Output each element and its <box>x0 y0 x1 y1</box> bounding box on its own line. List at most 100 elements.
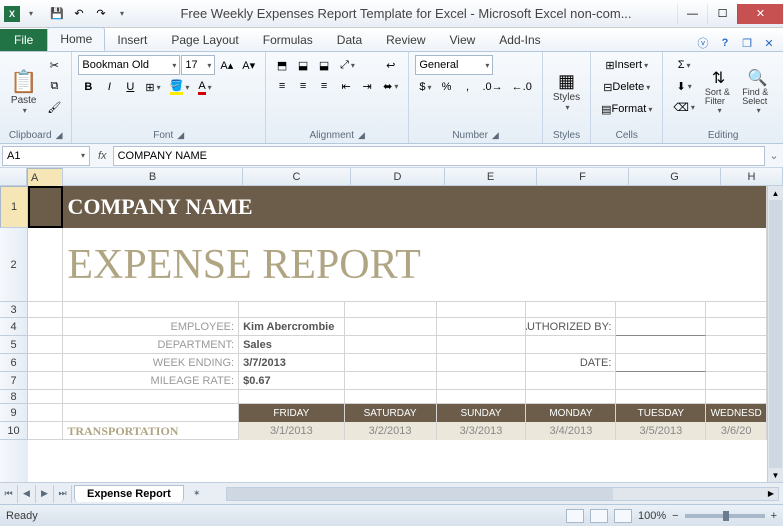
row-header[interactable]: 2 <box>0 228 28 302</box>
row-header[interactable]: 7 <box>0 372 28 390</box>
minimize-button[interactable]: — <box>677 4 707 24</box>
day-header[interactable]: TUESDAY <box>616 404 706 422</box>
format-cells-button[interactable]: ▤ Format▾ <box>597 99 656 119</box>
fill-button[interactable]: ⬇▾ <box>669 76 699 96</box>
grow-font-button[interactable]: A▴ <box>216 55 237 75</box>
shrink-font-button[interactable]: A▾ <box>238 55 259 75</box>
row-header[interactable]: 10 <box>0 422 28 440</box>
date-cell[interactable]: 3/4/2013 <box>526 422 616 440</box>
italic-button[interactable]: I <box>99 77 119 97</box>
decrease-indent-button[interactable]: ⇤ <box>336 76 356 96</box>
window-close-icon[interactable]: ✕ <box>761 35 777 51</box>
tab-home[interactable]: Home <box>47 27 105 51</box>
day-header[interactable]: MONDAY <box>526 404 616 422</box>
zoom-out-button[interactable]: − <box>672 510 678 522</box>
column-header[interactable]: F <box>537 168 629 185</box>
zoom-level[interactable]: 100% <box>638 510 666 522</box>
scroll-down-icon[interactable]: ▼ <box>768 468 783 482</box>
align-right-button[interactable]: ≡ <box>314 76 334 96</box>
expand-formula-icon[interactable]: ⌄ <box>765 149 783 162</box>
field-value[interactable]: $0.67 <box>239 372 345 390</box>
dialog-launcher-icon[interactable]: ◢ <box>177 130 184 141</box>
field-value[interactable]: Sales <box>239 336 345 354</box>
font-color-button[interactable]: A▾ <box>194 77 215 97</box>
date-cell[interactable]: 3/6/20 <box>706 422 767 440</box>
format-painter-button[interactable]: 🖌 <box>43 97 65 117</box>
wrap-text-button[interactable]: ↩ <box>379 55 402 75</box>
field-value[interactable]: 3/7/2013 <box>239 354 345 372</box>
scroll-up-icon[interactable]: ▲ <box>768 186 783 200</box>
copy-button[interactable]: ⧉ <box>43 76 65 96</box>
report-title-cell[interactable]: EXPENSE REPORT <box>63 228 767 302</box>
zoom-in-button[interactable]: + <box>771 510 777 522</box>
day-header[interactable]: WEDNESD <box>706 404 767 422</box>
tab-nav-prev[interactable]: ◀ <box>18 485 36 503</box>
date-cell[interactable]: 3/2/2013 <box>345 422 437 440</box>
row-header[interactable]: 3 <box>0 302 28 318</box>
insert-cells-button[interactable]: ⊞ Insert▾ <box>597 55 656 75</box>
date-cell[interactable]: 3/1/2013 <box>239 422 345 440</box>
date-cell[interactable]: 3/3/2013 <box>437 422 527 440</box>
bold-button[interactable]: B <box>78 77 98 97</box>
number-format-select[interactable]: General▾ <box>415 55 493 75</box>
select-all-corner[interactable] <box>0 168 27 185</box>
underline-button[interactable]: U <box>120 77 140 97</box>
column-header[interactable]: B <box>63 168 243 185</box>
tab-page-layout[interactable]: Page Layout <box>159 29 250 51</box>
row-header[interactable]: 5 <box>0 336 28 354</box>
sort-filter-button[interactable]: ⇅ Sort & Filter ▾ <box>701 55 736 128</box>
tab-formulas[interactable]: Formulas <box>251 29 325 51</box>
decrease-decimal-button[interactable]: ←.0 <box>508 77 536 97</box>
minimize-ribbon-icon[interactable]: ⓥ <box>695 35 711 51</box>
styles-button[interactable]: ▦ Styles ▾ <box>549 55 584 128</box>
currency-button[interactable]: $▾ <box>415 77 435 97</box>
align-top-button[interactable]: ⬒ <box>272 55 292 75</box>
align-middle-button[interactable]: ⬓ <box>293 55 313 75</box>
vertical-scrollbar[interactable]: ▲ ▼ <box>767 186 783 482</box>
find-select-button[interactable]: 🔍 Find & Select ▾ <box>738 55 777 128</box>
row-header[interactable]: 8 <box>0 390 28 404</box>
window-restore-icon[interactable]: ❐ <box>739 35 755 51</box>
row-header[interactable]: 6 <box>0 354 28 372</box>
day-header[interactable]: SUNDAY <box>437 404 527 422</box>
signature-line[interactable] <box>616 354 706 372</box>
tab-review[interactable]: Review <box>374 29 437 51</box>
tab-data[interactable]: Data <box>325 29 374 51</box>
comma-button[interactable]: , <box>457 77 477 97</box>
tab-nav-first[interactable]: ⏮ <box>0 485 18 503</box>
tab-addins[interactable]: Add-Ins <box>487 29 552 51</box>
tab-nav-next[interactable]: ▶ <box>36 485 54 503</box>
merge-center-button[interactable]: ⬌▾ <box>379 76 402 96</box>
column-header[interactable]: D <box>351 168 445 185</box>
file-tab[interactable]: File <box>0 29 47 51</box>
undo-button[interactable]: ↶ <box>69 5 89 23</box>
tab-nav-last[interactable]: ⏭ <box>54 485 72 503</box>
align-bottom-button[interactable]: ⬓ <box>314 55 334 75</box>
autosum-button[interactable]: Σ▾ <box>669 55 699 75</box>
cells-area[interactable]: COMPANY NAMEEXPENSE REPORTEMPLOYEE:Kim A… <box>28 186 767 482</box>
border-button[interactable]: ⊞▾ <box>141 77 164 97</box>
column-header[interactable]: C <box>243 168 351 185</box>
column-header[interactable]: A <box>27 168 63 188</box>
name-box[interactable]: A1▾ <box>2 146 90 166</box>
dropdown-icon[interactable]: ▾ <box>23 6 39 22</box>
close-button[interactable]: ✕ <box>737 4 783 24</box>
scroll-right-icon[interactable]: ▶ <box>764 488 778 500</box>
clear-button[interactable]: ⌫▾ <box>669 97 699 117</box>
save-button[interactable]: 💾 <box>47 5 67 23</box>
tab-view[interactable]: View <box>438 29 488 51</box>
hscroll-thumb[interactable] <box>227 488 613 500</box>
orientation-button[interactable]: ⤢▾ <box>336 55 359 75</box>
row-header[interactable]: 1 <box>0 186 28 228</box>
normal-view-button[interactable] <box>566 509 584 523</box>
increase-indent-button[interactable]: ⇥ <box>357 76 377 96</box>
cut-button[interactable]: ✂ <box>43 55 65 75</box>
tab-insert[interactable]: Insert <box>105 29 159 51</box>
font-size-select[interactable]: 17▾ <box>181 55 215 75</box>
align-left-button[interactable]: ≡ <box>272 76 292 96</box>
company-name-cell[interactable]: COMPANY NAME <box>63 186 767 228</box>
increase-decimal-button[interactable]: .0→ <box>478 77 506 97</box>
column-header[interactable]: H <box>721 168 783 185</box>
delete-cells-button[interactable]: ⊟ Delete▾ <box>597 77 656 97</box>
section-header[interactable]: TRANSPORTATION <box>63 422 239 440</box>
